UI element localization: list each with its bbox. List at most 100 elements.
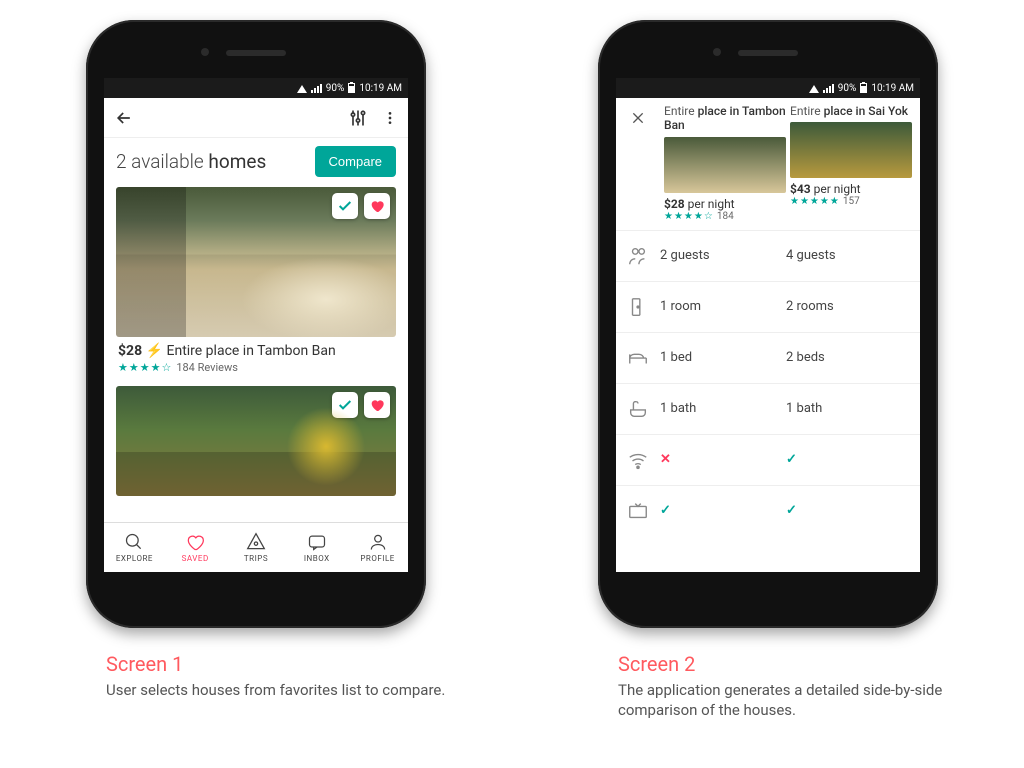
listing-desc: Entire place in Tambon Ban <box>167 343 336 359</box>
listing-photo[interactable] <box>116 386 396 496</box>
tab-label: PROFILE <box>360 554 394 563</box>
back-arrow-icon[interactable] <box>114 108 134 128</box>
rating-line: ★★★★☆ 184 Reviews <box>118 361 394 374</box>
guests-a: 2 guests <box>660 248 786 263</box>
price-value: $28 <box>664 197 685 211</box>
listing-card-1[interactable]: $28 ⚡ Entire place in Tambon Ban ★★★★☆ 1… <box>116 187 396 374</box>
row-beds: 1 bed 2 beds <box>616 333 920 384</box>
speaker-slot <box>738 50 798 56</box>
review-count: 157 <box>843 196 860 207</box>
card-badges <box>332 392 390 418</box>
selected-check-icon[interactable] <box>332 392 358 418</box>
filters-icon[interactable] <box>348 108 368 128</box>
clock: 10:19 AM <box>871 83 914 94</box>
beds-a: 1 bed <box>660 350 786 365</box>
row-guests: 2 guests 4 guests <box>616 231 920 282</box>
price-value: $43 <box>790 182 811 196</box>
compare-button[interactable]: Compare <box>315 146 396 177</box>
instant-book-icon: ⚡ <box>146 343 167 359</box>
signal-icon <box>823 84 834 93</box>
tab-saved[interactable]: SAVED <box>165 523 226 572</box>
tab-inbox[interactable]: INBOX <box>286 523 347 572</box>
screen-2: 90% 10:19 AM Entire place in Tambon Ban <box>616 78 920 572</box>
title-count: 2 available <box>116 150 204 173</box>
battery-icon <box>860 83 867 93</box>
close-icon[interactable] <box>616 104 660 222</box>
signal-icon <box>311 84 322 93</box>
tab-trips[interactable]: TRIPS <box>226 523 287 572</box>
card-badges <box>332 193 390 219</box>
col-a-rating: ★★★★☆ 184 <box>664 211 786 222</box>
tab-explore[interactable]: EXPLORE <box>104 523 165 572</box>
more-icon[interactable] <box>382 108 398 128</box>
col-b-name: Entire place in Sai Yok <box>790 104 912 118</box>
beds-b: 2 beds <box>786 350 912 365</box>
phone-1-column: 90% 10:19 AM <box>46 20 466 721</box>
bath-a: 1 bath <box>660 401 786 416</box>
screen-1: 90% 10:19 AM <box>104 78 408 572</box>
page-title: 2 available homes <box>116 150 266 173</box>
battery-pct: 90% <box>838 83 857 94</box>
guests-b: 4 guests <box>786 248 912 263</box>
caption-desc: The application generates a detailed sid… <box>618 680 978 721</box>
review-count: 184 <box>717 211 734 222</box>
guests-icon <box>616 245 660 267</box>
col-b-thumb <box>790 122 912 178</box>
battery-pct: 90% <box>326 83 345 94</box>
name-rest: place in Sai Yok <box>824 104 908 118</box>
tab-profile[interactable]: PROFILE <box>347 523 408 572</box>
compare-col-a[interactable]: Entire place in Tambon Ban $28 per night… <box>664 104 786 222</box>
wifi-row-icon <box>616 449 660 471</box>
caption-desc: User selects houses from favorites list … <box>106 680 445 700</box>
phone-frame-1: 90% 10:19 AM <box>86 20 426 628</box>
col-b-rating: ★★★★★ 157 <box>790 196 912 207</box>
tab-label: SAVED <box>182 554 209 563</box>
title-bar: 2 available homes Compare <box>104 138 408 187</box>
col-a-thumb <box>664 137 786 193</box>
bed-icon <box>616 347 660 369</box>
price-per: per night <box>688 197 735 211</box>
clock: 10:19 AM <box>359 83 402 94</box>
stage: 90% 10:19 AM <box>0 0 1024 721</box>
rooms-b: 2 rooms <box>786 299 912 314</box>
tab-label: TRIPS <box>244 554 268 563</box>
tab-label: EXPLORE <box>116 554 153 563</box>
phone-frame-2: 90% 10:19 AM Entire place in Tambon Ban <box>598 20 938 628</box>
listing-info: $28 ⚡ Entire place in Tambon Ban ★★★★☆ 1… <box>116 337 396 374</box>
status-bar: 90% 10:19 AM <box>616 78 920 98</box>
status-bar: 90% 10:19 AM <box>104 78 408 98</box>
compare-col-b[interactable]: Entire place in Sai Yok $43 per night ★★… <box>790 104 912 222</box>
favorite-heart-icon[interactable] <box>364 392 390 418</box>
price-line: $28 ⚡ Entire place in Tambon Ban <box>118 343 394 359</box>
title-word: homes <box>208 150 266 173</box>
wifi-icon <box>297 83 307 93</box>
row-wifi: ✕ ✓ <box>616 435 920 486</box>
row-rooms: 1 room 2 rooms <box>616 282 920 333</box>
front-camera <box>201 48 209 56</box>
wifi-b: ✓ <box>786 452 912 467</box>
listing-photo[interactable] <box>116 187 396 337</box>
star-icons: ★★★★☆ <box>664 211 714 222</box>
col-b-price: $43 per night <box>790 182 912 196</box>
star-icons: ★★★★★ <box>790 196 840 207</box>
tv-b: ✓ <box>786 503 912 518</box>
compare-body[interactable]: 2 guests 4 guests 1 room 2 rooms <box>616 231 920 572</box>
bath-icon <box>616 398 660 420</box>
bath-b: 1 bath <box>786 401 912 416</box>
name-prefix: Entire <box>790 104 821 118</box>
caption-heading: Screen 2 <box>618 652 978 676</box>
favorite-heart-icon[interactable] <box>364 193 390 219</box>
selected-check-icon[interactable] <box>332 193 358 219</box>
top-bar <box>104 98 408 138</box>
front-camera <box>713 48 721 56</box>
wifi-icon <box>809 83 819 93</box>
listings-feed[interactable]: $28 ⚡ Entire place in Tambon Ban ★★★★☆ 1… <box>104 187 408 522</box>
review-count: 184 Reviews <box>176 361 238 374</box>
bottom-tab-bar: EXPLORE SAVED TRIPS INBOX <box>104 522 408 572</box>
tv-icon <box>616 500 660 522</box>
listing-price: $28 <box>118 343 142 359</box>
phone-2-column: 90% 10:19 AM Entire place in Tambon Ban <box>558 20 978 721</box>
speaker-slot <box>226 50 286 56</box>
name-prefix: Entire <box>664 104 695 118</box>
listing-card-2[interactable] <box>116 386 396 496</box>
